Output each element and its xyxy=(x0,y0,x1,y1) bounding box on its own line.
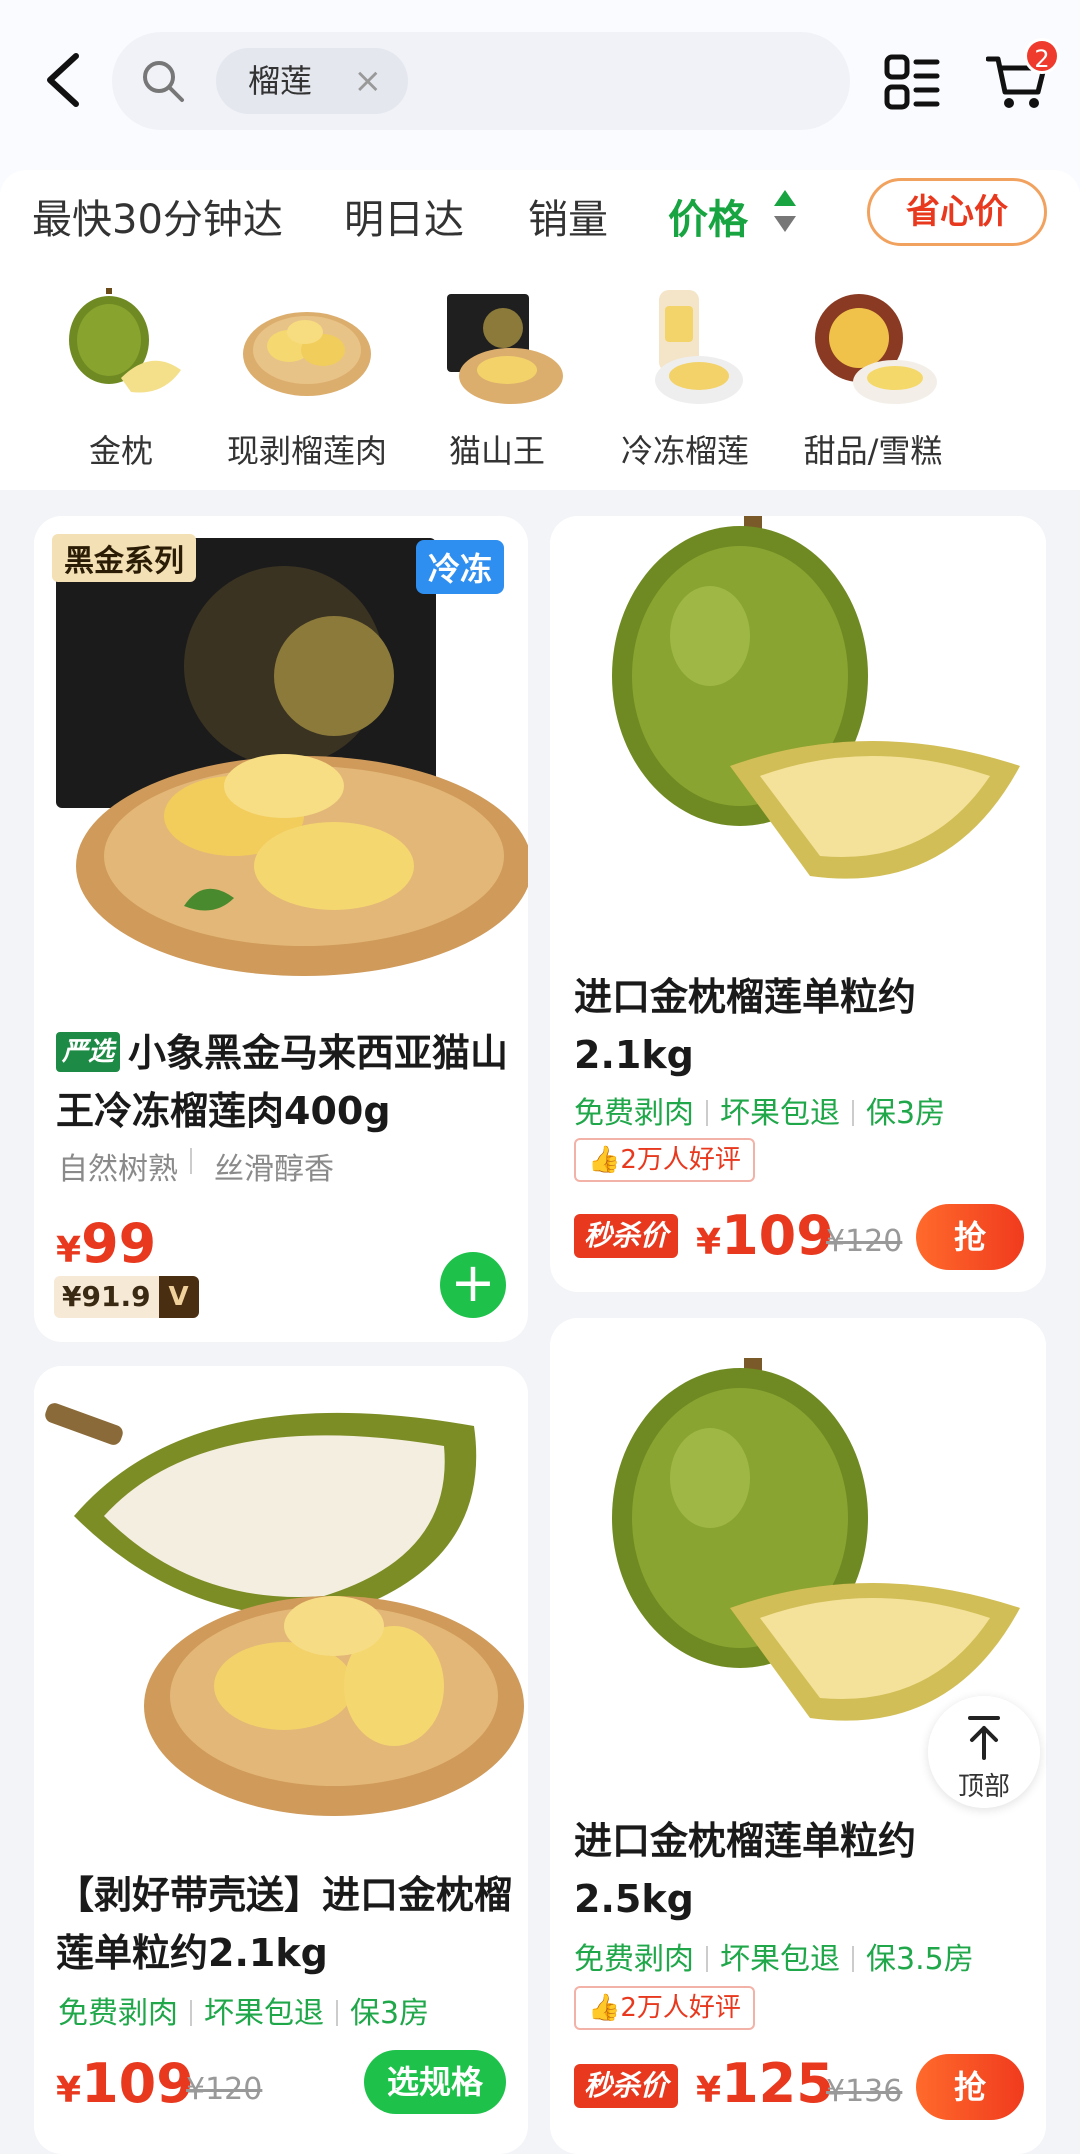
category-grid-icon[interactable] xyxy=(884,54,940,110)
price-value: 109 xyxy=(81,2052,194,2115)
product-price: ¥125 xyxy=(696,2052,834,2115)
tag-item: 保3.5房 xyxy=(866,1942,974,1977)
thumbs-up-icon: 👍 xyxy=(588,1145,621,1175)
back-to-top-button[interactable]: 顶部 xyxy=(928,1696,1040,1808)
chip-close-icon[interactable]: × xyxy=(354,48,383,114)
thumbs-up-icon: 👍 xyxy=(588,1993,621,2023)
subtitle-b: 丝滑醇香 xyxy=(214,1152,334,1187)
category-label: 金枕 xyxy=(88,432,153,470)
product-tags: 免费剥肉 坏果包退 保3房 xyxy=(58,1988,429,2032)
tag-item: 保3房 xyxy=(350,1996,430,2031)
product-title: 【剥好带壳送】进口金枕榴莲单粒约2.1kg xyxy=(56,1873,513,1975)
currency: ¥ xyxy=(56,2070,82,2111)
review-text: 2万人好评 xyxy=(620,1145,741,1175)
category-item[interactable]: 冷冻榴莲 xyxy=(590,288,780,472)
original-price: ¥120 xyxy=(186,2072,263,2107)
durian-whole-icon xyxy=(69,284,181,393)
category-label: 现剥榴莲肉 xyxy=(226,432,387,470)
product-subtitle: 自然树熟 xyxy=(58,1144,192,1188)
product-price: ¥99 xyxy=(56,1212,156,1275)
add-to-cart-button[interactable]: + xyxy=(440,1252,506,1318)
product-price: ¥109 xyxy=(56,2052,194,2115)
search-chip-label: 榴莲 xyxy=(248,62,313,100)
vip-price-value: ¥91.9 xyxy=(62,1280,151,1313)
category-item[interactable]: 甜品/雪糕 xyxy=(778,288,968,472)
price-value: 125 xyxy=(721,2052,834,2115)
vip-price: ¥91.9 V xyxy=(54,1276,199,1318)
currency: ¥ xyxy=(696,1222,722,1263)
durian-flesh-plate-icon xyxy=(243,312,371,396)
product-card[interactable]: 黑金系列 冷冻 严选 小象黑金马来西亚猫山王冷冻榴莲肉400g 自然树熟 丝滑醇香… xyxy=(34,516,528,1342)
tag-item: 坏果包退 xyxy=(720,1942,840,1977)
product-title: 严选 小象黑金马来西亚猫山王冷冻榴莲肉400g xyxy=(56,1024,526,1140)
currency: ¥ xyxy=(56,1230,82,1271)
review-text: 2万人好评 xyxy=(620,1993,741,2023)
tag-item: 免费剥肉 xyxy=(58,1996,178,2031)
price-value: 109 xyxy=(721,1204,834,1267)
tag-item: 保3房 xyxy=(866,1096,946,1131)
product-image xyxy=(550,516,1046,936)
category-item[interactable]: 猫山王 xyxy=(402,288,592,472)
back-to-top-label: 顶部 xyxy=(957,1772,1010,1802)
dessert-icon xyxy=(815,294,937,404)
review-badge: 👍2万人好评 xyxy=(574,1138,755,1182)
category-label: 甜品/雪糕 xyxy=(803,432,943,470)
series-badge: 黑金系列 xyxy=(52,534,196,582)
category-label: 冷冻榴莲 xyxy=(620,432,749,470)
currency: ¥ xyxy=(696,2070,722,2111)
product-title-text: 小象黑金马来西亚猫山王冷冻榴莲肉400g xyxy=(56,1031,509,1133)
frozen-badge: 冷冻 xyxy=(415,540,504,594)
vip-mark: V xyxy=(158,1276,199,1318)
filter-sales[interactable]: 销量 xyxy=(528,190,608,250)
product-card[interactable]: 进口金枕榴莲单粒约2.1kg 免费剥肉 坏果包退 保3房 👍2万人好评 秒杀价 ¥1… xyxy=(550,516,1046,1292)
musang-king-box-icon xyxy=(447,294,563,404)
cart-count-badge: 2 xyxy=(1024,38,1060,74)
subtitle-a: 自然树熟 xyxy=(58,1152,178,1187)
back-arrow-icon[interactable] xyxy=(40,52,88,108)
selection-tag: 严选 xyxy=(56,1032,121,1072)
frozen-durian-icon xyxy=(655,290,743,404)
filter-tomorrow[interactable]: 明日达 xyxy=(344,190,464,250)
filter-fastest[interactable]: 最快30分钟达 xyxy=(32,190,283,250)
tag-item: 免费剥肉 xyxy=(574,1942,694,1977)
search-bar[interactable]: 榴莲 × xyxy=(112,32,850,130)
tag-item: 免费剥肉 xyxy=(574,1096,694,1131)
product-tags: 免费剥肉 坏果包退 保3房 xyxy=(574,1088,945,1132)
category-label: 猫山王 xyxy=(448,432,545,470)
grab-button[interactable]: 抢 xyxy=(916,2054,1024,2120)
product-card[interactable]: 【剥好带壳送】进口金枕榴莲单粒约2.1kg 免费剥肉 坏果包退 保3房 ¥109 ¥… xyxy=(34,1366,528,2154)
search-icon xyxy=(143,61,184,102)
sort-arrows-icon[interactable] xyxy=(772,188,798,234)
price-value: 99 xyxy=(81,1212,157,1275)
product-title: 进口金枕榴莲单粒约2.5kg xyxy=(574,1819,917,1921)
search-chip[interactable]: 榴莲 × xyxy=(216,48,409,114)
product-price: ¥109 xyxy=(696,1204,834,1267)
arrow-up-icon xyxy=(968,1716,1000,1760)
select-spec-button[interactable]: 选规格 xyxy=(364,2050,506,2114)
category-item[interactable]: 现剥榴莲肉 xyxy=(212,288,402,472)
category-item[interactable]: 金枕 xyxy=(26,284,216,472)
filter-price[interactable]: 价格 xyxy=(668,190,748,250)
save-price-button[interactable]: 省心价 xyxy=(867,178,1047,246)
review-badge: 👍2万人好评 xyxy=(574,1986,755,2030)
product-title: 进口金枕榴莲单粒约2.1kg xyxy=(574,975,917,1077)
seckill-badge: 秒杀价 xyxy=(574,1214,679,1258)
original-price: ¥120 xyxy=(826,1224,903,1259)
tag-item: 坏果包退 xyxy=(720,1096,840,1131)
seckill-badge: 秒杀价 xyxy=(574,2064,679,2108)
product-tags: 免费剥肉 坏果包退 保3.5房 xyxy=(574,1934,974,1978)
tag-item: 坏果包退 xyxy=(204,1996,324,2031)
product-image xyxy=(34,1366,528,1846)
category-strip: 金枕 现剥榴莲肉 猫山王 冷冻榴莲 甜品/雪糕 xyxy=(0,268,1080,490)
grab-button[interactable]: 抢 xyxy=(916,1204,1024,1270)
original-price: ¥136 xyxy=(826,2074,903,2109)
